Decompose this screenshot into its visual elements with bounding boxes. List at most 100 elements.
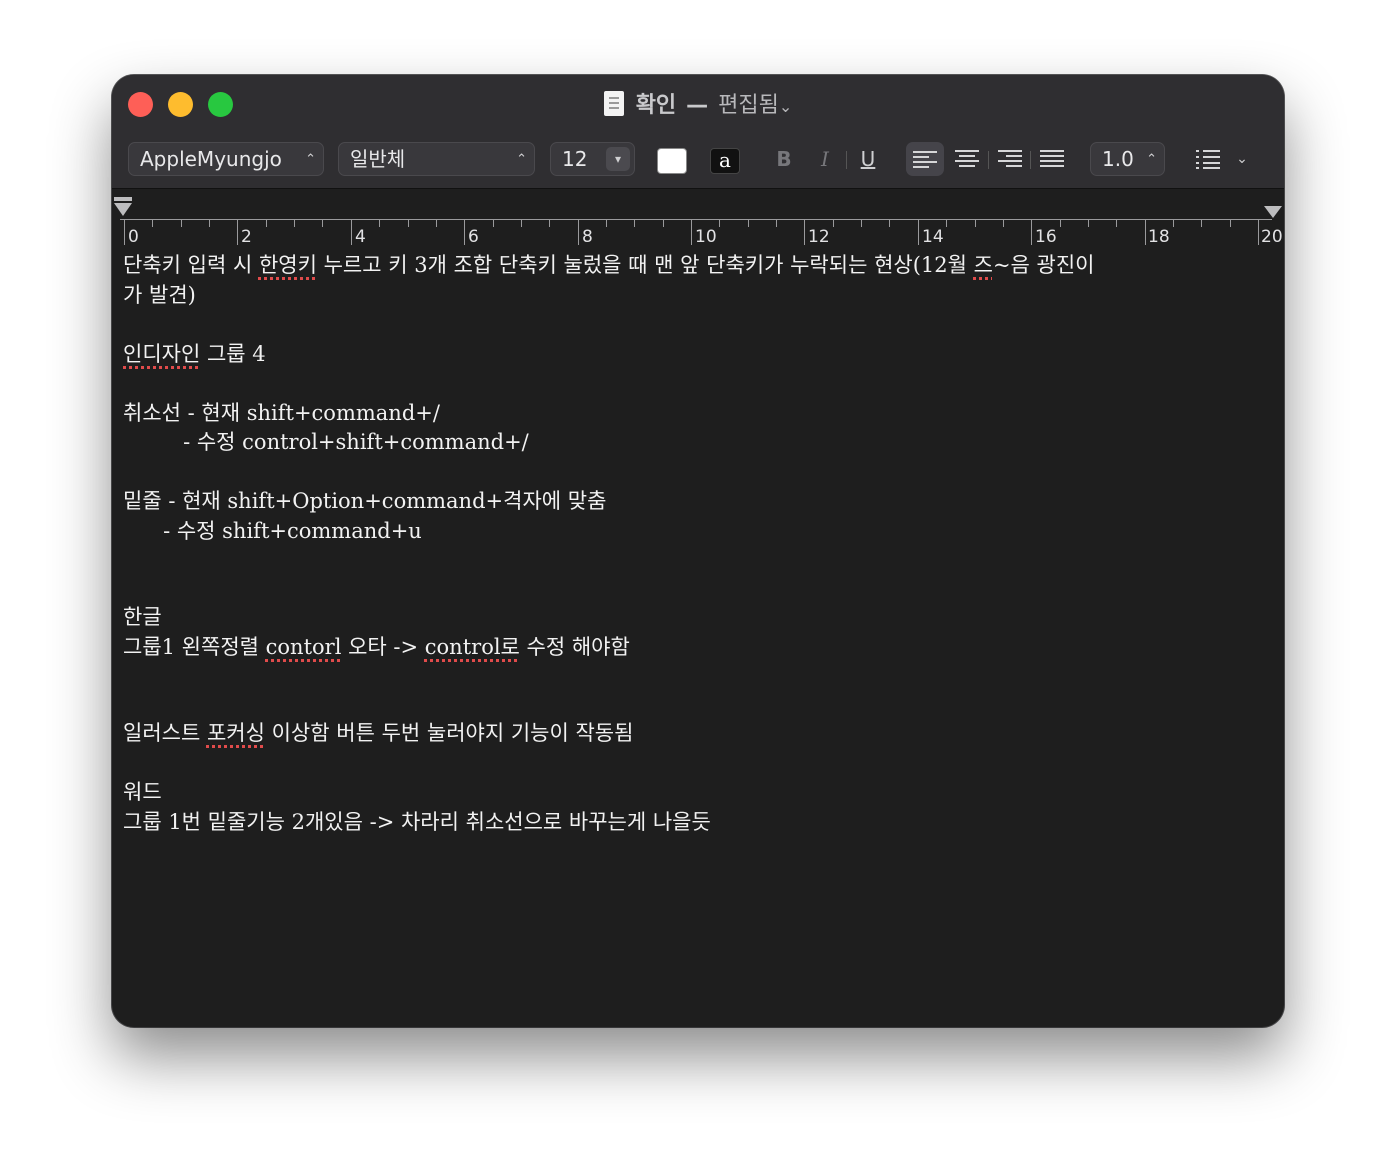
- document-name: 확인: [635, 93, 677, 118]
- misspelled-word[interactable]: control로: [425, 635, 520, 659]
- first-line-indent-marker[interactable]: [114, 197, 132, 201]
- document-icon: [603, 91, 624, 116]
- text-line: - 수정 shift+command+u: [123, 518, 422, 543]
- ruler-tick: [832, 219, 834, 227]
- ruler-tick: [435, 219, 437, 227]
- ruler-tick: [1002, 219, 1004, 227]
- ruler-tick: [1258, 219, 1259, 245]
- align-center-icon[interactable]: [955, 150, 979, 168]
- document-text-area[interactable]: 단축키 입력 시 한영키 누르고 키 3개 조합 단축키 눌렀을 때 맨 앞 단…: [123, 251, 1273, 1021]
- line-spacing-popup[interactable]: 1.0 ⌃: [1090, 142, 1165, 176]
- ruler-tick: [1201, 219, 1203, 227]
- divider: [846, 151, 847, 169]
- ruler-tick: [776, 219, 778, 227]
- text-line: 인디자인 그룹 4: [123, 340, 1273, 370]
- ruler-label: 16: [1035, 227, 1057, 247]
- up-down-arrows-icon: ⌃: [305, 152, 316, 167]
- underline-button[interactable]: U: [857, 143, 879, 175]
- ruler-tick: [209, 219, 211, 227]
- font-style-value: 일반체: [350, 147, 406, 171]
- text-color-button[interactable]: [657, 148, 687, 174]
- ruler-tick: [634, 219, 636, 227]
- ruler-baseline: [120, 219, 1272, 220]
- ruler-tick: [1031, 219, 1033, 245]
- up-down-arrows-icon: ⌃: [516, 152, 527, 167]
- chevron-down-icon[interactable]: ⌄: [1234, 143, 1250, 175]
- misspelled-word[interactable]: 한영키: [259, 253, 317, 277]
- highlight-glyph: a: [719, 148, 731, 172]
- ruler-tick: [180, 219, 182, 227]
- line-spacing-value: 1.0: [1102, 147, 1134, 171]
- ruler-label: 18: [1148, 227, 1170, 247]
- ruler-tick: [747, 219, 749, 227]
- ruler-tick: [152, 219, 154, 227]
- text-run: ~음 광진이: [992, 253, 1095, 277]
- ruler-tick: [350, 219, 352, 245]
- font-size-value[interactable]: 12: [562, 147, 587, 171]
- up-down-arrows-icon: ⌃: [1146, 152, 1157, 167]
- window-title[interactable]: 확인 — 편집됨⌄: [112, 87, 1284, 119]
- ruler-tick: [1229, 219, 1231, 227]
- left-indent-marker[interactable]: [114, 203, 132, 216]
- ruler-tick: [1116, 219, 1118, 227]
- title-bar: 확인 — 편집됨⌄ AppleMyungjo ⌃ 일반체 ⌃ 12 ▾ a B I …: [112, 75, 1284, 189]
- text-run: 수정 해야함: [519, 634, 630, 659]
- misspelled-word[interactable]: 즈: [974, 253, 993, 277]
- text-line: 한글: [123, 605, 162, 629]
- textedit-window: 확인 — 편집됨⌄ AppleMyungjo ⌃ 일반체 ⌃ 12 ▾ a B I …: [112, 75, 1284, 1027]
- font-family-popup[interactable]: AppleMyungjo ⌃: [128, 142, 324, 176]
- highlight-color-button[interactable]: a: [710, 148, 740, 174]
- bold-button[interactable]: B: [774, 143, 794, 175]
- ruler-tick: [237, 219, 239, 245]
- ruler-label: 14: [922, 227, 944, 247]
- ruler-tick: [1144, 219, 1146, 245]
- text-line: 밑줄 - 현재 shift+Option+command+격자에 맞춤: [123, 489, 607, 513]
- ruler-tick: [1059, 219, 1061, 227]
- misspelled-word[interactable]: contorl: [266, 635, 342, 659]
- chevron-down-icon[interactable]: ⌄: [779, 97, 792, 116]
- align-right-icon[interactable]: [998, 150, 1022, 168]
- ruler-label: 6: [468, 227, 479, 247]
- justify-icon[interactable]: [1040, 150, 1064, 168]
- ruler-label: 4: [355, 227, 366, 247]
- italic-button[interactable]: I: [815, 143, 835, 175]
- divider: [988, 151, 989, 169]
- ruler-tick: [464, 219, 466, 245]
- ruler[interactable]: 0 2 4 6 8 10 12 14 16 18 20: [112, 189, 1284, 251]
- ruler-tick: [577, 219, 579, 245]
- align-left-icon: [913, 151, 937, 169]
- ruler-tick: [691, 219, 692, 245]
- ruler-tick: [889, 219, 891, 227]
- list-bullets-icon[interactable]: [1196, 150, 1220, 169]
- align-left-button[interactable]: [906, 142, 944, 176]
- font-size-combo[interactable]: 12 ▾: [550, 142, 635, 176]
- ruler-tick: [379, 219, 381, 227]
- misspelled-word[interactable]: 인디자인: [123, 342, 200, 366]
- text-line: 일러스트 포커싱 이상함 버튼 두번 눌러야지 기능이 작동됨: [123, 719, 1273, 749]
- text-line: 가 발견): [123, 282, 196, 307]
- ruler-tick: [861, 219, 863, 227]
- ruler-label: 2: [241, 227, 252, 247]
- right-indent-marker[interactable]: [1264, 206, 1282, 218]
- ruler-tick: [946, 219, 948, 227]
- text-line: - 수정 control+shift+command+/: [123, 430, 529, 454]
- ruler-tick: [124, 219, 125, 245]
- ruler-tick: [407, 219, 409, 227]
- ruler-label: 10: [695, 227, 717, 247]
- font-style-popup[interactable]: 일반체 ⌃: [338, 142, 535, 176]
- font-family-value: AppleMyungjo: [140, 147, 282, 171]
- ruler-tick: [605, 219, 607, 227]
- ruler-tick: [520, 219, 522, 227]
- text-run: 그룹 4: [200, 341, 266, 366]
- text-line: 워드: [123, 780, 162, 804]
- text-run: 단축키 입력 시: [123, 253, 259, 277]
- chevron-down-icon[interactable]: ▾: [606, 147, 630, 171]
- misspelled-word[interactable]: 포커싱: [207, 721, 265, 745]
- ruler-tick: [1087, 219, 1089, 227]
- text-run: 오타 ->: [341, 634, 425, 659]
- ruler-tick: [804, 219, 806, 245]
